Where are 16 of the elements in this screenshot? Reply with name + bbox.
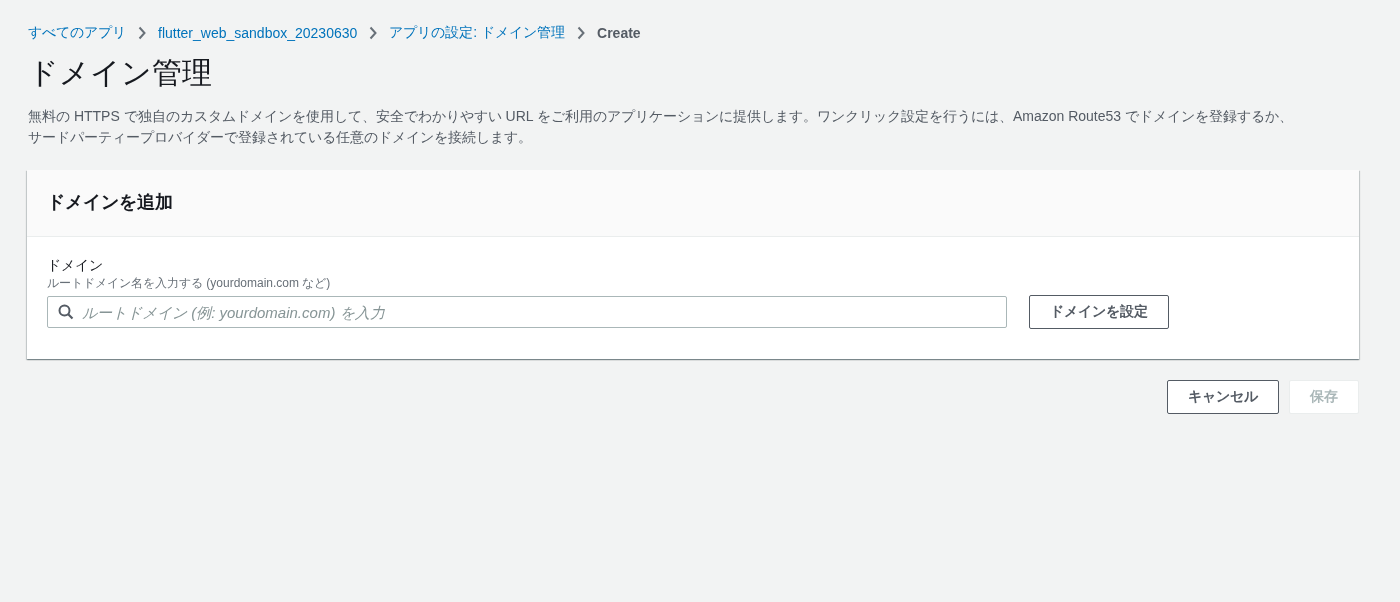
search-icon <box>58 304 74 320</box>
chevron-right-icon <box>577 26 586 40</box>
field-hint: ルートドメイン名を入力する (yourdomain.com など) <box>47 275 332 291</box>
breadcrumb-link[interactable]: すべてのアプリ <box>28 24 126 42</box>
breadcrumb-link[interactable]: flutter_web_sandbox_20230630 <box>158 25 358 41</box>
domain-search-field[interactable]: ルートドメイン (例: yourdomain.com) を入力 <box>47 296 1007 328</box>
chevron-right-icon <box>138 26 146 40</box>
breadcrumb-link[interactable]: アプリの設定: ドメイン管理 <box>389 24 566 42</box>
field-label: ドメイン <box>47 256 104 275</box>
action-button[interactable]: キャンセル <box>1167 380 1279 414</box>
chevron-right-icon <box>369 26 378 40</box>
card-title: ドメインを追加 <box>47 191 173 214</box>
configure-domain-button[interactable]: ドメインを設定 <box>1029 295 1169 329</box>
breadcrumb-current: Create <box>597 25 641 41</box>
page-title: ドメイン管理 <box>28 55 213 91</box>
page-description: 無料の HTTPS で独自のカスタムドメインを使用して、安全でわかりやすい URL をご利用のアプリケーションに提供します。ワンクリック設定を行うには、Amazon Route53 でドメインを登録するか、サードパーティープロバイダーで登録されている任意のドメインを接続します。 <box>28 107 1294 147</box>
